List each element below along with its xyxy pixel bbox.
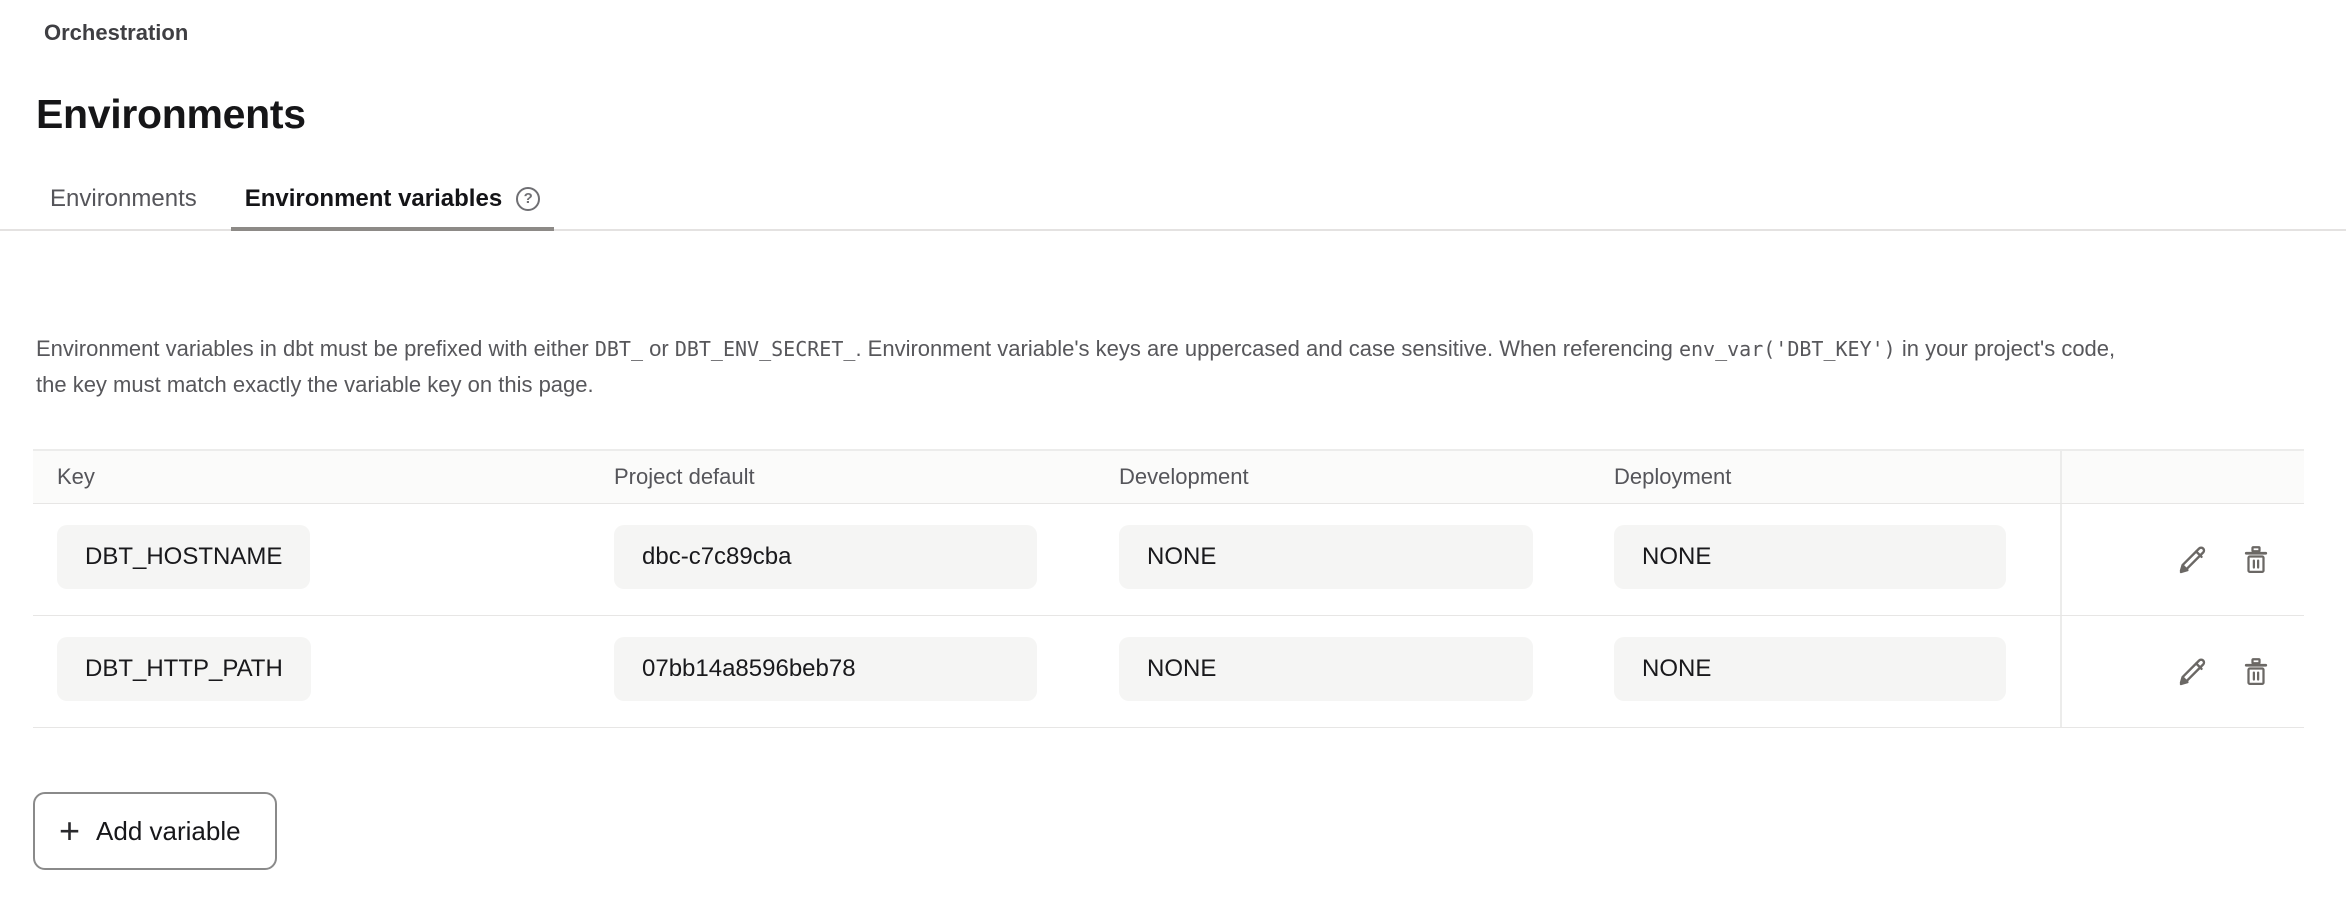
tab-environment-variables-label: Environment variables — [245, 185, 502, 213]
environment-variables-page: Orchestration Environments Environments … — [0, 20, 2346, 924]
row-actions — [2060, 616, 2304, 727]
pencil-icon — [2177, 544, 2209, 576]
deployment-cell: NONE — [1590, 525, 2060, 594]
deployment-chip: NONE — [1614, 637, 2006, 701]
column-header-key: Key — [33, 464, 590, 490]
column-header-deployment: Deployment — [1590, 464, 2060, 490]
column-header-actions — [2060, 451, 2304, 503]
environment-variables-table: Key Project default Development Deployme… — [33, 449, 2304, 728]
development-chip: NONE — [1119, 525, 1533, 589]
edit-variable-button[interactable] — [2175, 654, 2211, 690]
description-text: Environment variables in dbt must be pre… — [36, 331, 2116, 402]
page-title: Environments — [36, 90, 2346, 138]
project-default-cell: 07bb14a8596beb78 — [590, 637, 1095, 706]
breadcrumb: Orchestration — [44, 20, 2346, 46]
table-row: DBT_HTTP_PATH 07bb14a8596beb78 NONE NONE — [33, 616, 2304, 728]
edit-variable-button[interactable] — [2175, 542, 2211, 578]
key-chip: DBT_HOSTNAME — [57, 525, 310, 589]
column-header-project-default: Project default — [590, 464, 1095, 490]
tab-environments[interactable]: Environments — [36, 185, 211, 229]
table-row: DBT_HOSTNAME dbc-c7c89cba NONE NONE — [33, 504, 2304, 616]
column-header-development: Development — [1095, 464, 1590, 490]
add-variable-button[interactable]: + Add variable — [33, 792, 277, 870]
deployment-cell: NONE — [1590, 637, 2060, 706]
delete-variable-button[interactable] — [2238, 654, 2274, 690]
code-dbt-env-secret-prefix: DBT_ENV_SECRET_ — [675, 337, 856, 361]
description-segment: or — [643, 336, 675, 361]
project-default-chip: dbc-c7c89cba — [614, 525, 1037, 589]
code-dbt-prefix: DBT_ — [595, 337, 643, 361]
code-env-var-example: env_var('DBT_KEY') — [1679, 337, 1896, 361]
deployment-chip: NONE — [1614, 525, 2006, 589]
add-variable-label: Add variable — [96, 816, 241, 847]
plus-icon: + — [59, 813, 80, 849]
description-segment: . Environment variable's keys are upperc… — [855, 336, 1679, 361]
development-chip: NONE — [1119, 637, 1533, 701]
development-cell: NONE — [1095, 637, 1590, 706]
project-default-cell: dbc-c7c89cba — [590, 525, 1095, 594]
tab-bar: Environments Environment variables ? — [0, 185, 2346, 231]
description-segment: Environment variables in dbt must be pre… — [36, 336, 595, 361]
delete-variable-button[interactable] — [2238, 542, 2274, 578]
project-default-chip: 07bb14a8596beb78 — [614, 637, 1037, 701]
tab-environment-variables[interactable]: Environment variables ? — [231, 185, 554, 231]
trash-icon — [2241, 545, 2271, 575]
table-header-row: Key Project default Development Deployme… — [33, 451, 2304, 504]
development-cell: NONE — [1095, 525, 1590, 594]
row-actions — [2060, 504, 2304, 615]
key-chip: DBT_HTTP_PATH — [57, 637, 311, 701]
key-cell: DBT_HTTP_PATH — [33, 637, 590, 706]
trash-icon — [2241, 657, 2271, 687]
key-cell: DBT_HOSTNAME — [33, 525, 590, 594]
tab-environments-label: Environments — [50, 185, 197, 213]
help-icon[interactable]: ? — [516, 187, 540, 211]
pencil-icon — [2177, 656, 2209, 688]
